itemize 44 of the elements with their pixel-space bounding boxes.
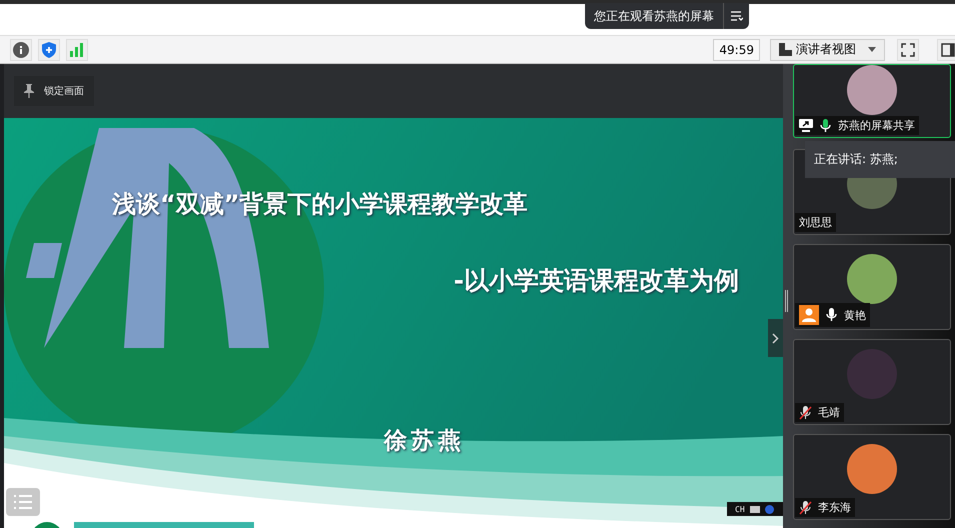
muted-mic-icon xyxy=(799,500,812,514)
ime-language[interactable]: CH xyxy=(735,504,745,514)
participant-tile[interactable]: 苏燕的屏幕共享 xyxy=(793,64,951,138)
fullscreen-button[interactable] xyxy=(897,38,919,60)
avatar-photo-placeholder xyxy=(847,349,897,399)
avatar-photo-placeholder xyxy=(847,254,897,304)
caret-icon xyxy=(868,47,876,52)
security-button[interactable] xyxy=(38,38,60,60)
slide-author: 徐苏燕 xyxy=(384,427,465,456)
lock-screen-button[interactable]: 锁定画面 xyxy=(14,76,94,106)
speaking-tooltip: 正在讲话: 苏燕; xyxy=(805,141,955,178)
participant-name: 黄艳 xyxy=(844,308,866,322)
keyboard-icon[interactable] xyxy=(750,506,760,512)
microphone-icon xyxy=(819,118,832,132)
panel-icon xyxy=(941,42,955,56)
resize-handle[interactable] xyxy=(785,290,788,312)
participant-tile[interactable]: 毛靖 xyxy=(793,339,951,425)
banner-text: 您正在观看苏燕的屏幕 xyxy=(593,8,715,24)
participant-tile[interactable]: 李东海 xyxy=(793,434,951,520)
sidebar-toggle-button[interactable] xyxy=(937,38,955,60)
slide-subtitle: -以小学英语课程改革为例 xyxy=(454,265,739,297)
meeting-timer: 49:59 xyxy=(713,38,760,60)
participant-name: 毛靖 xyxy=(818,405,840,420)
list-icon xyxy=(14,495,32,509)
pin-icon xyxy=(24,84,34,98)
muted-mic-icon xyxy=(799,406,812,420)
menu-icon xyxy=(730,11,742,21)
fullscreen-icon xyxy=(901,42,915,56)
view-dropdown[interactable]: 演讲者视图 xyxy=(770,38,885,60)
shield-icon xyxy=(42,42,56,58)
layout-icon xyxy=(779,43,792,56)
collapse-button[interactable] xyxy=(768,319,783,357)
info-button[interactable] xyxy=(10,38,32,60)
microphone-icon xyxy=(825,308,838,322)
slide-title: 浅谈“双减”背景下的小学课程教学改革 xyxy=(112,189,528,220)
participant-name: 李东海 xyxy=(818,500,851,515)
avatar-photo-placeholder xyxy=(847,65,897,115)
info-icon xyxy=(13,42,29,58)
participant-tile[interactable]: 黄艳 xyxy=(793,244,951,330)
signal-icon xyxy=(70,42,84,56)
participant-name: 苏燕的屏幕共享 xyxy=(838,118,915,133)
participant-name: 刘思思 xyxy=(799,215,832,230)
avatar-photo-placeholder xyxy=(847,444,897,494)
chevron-right-icon xyxy=(772,332,779,344)
